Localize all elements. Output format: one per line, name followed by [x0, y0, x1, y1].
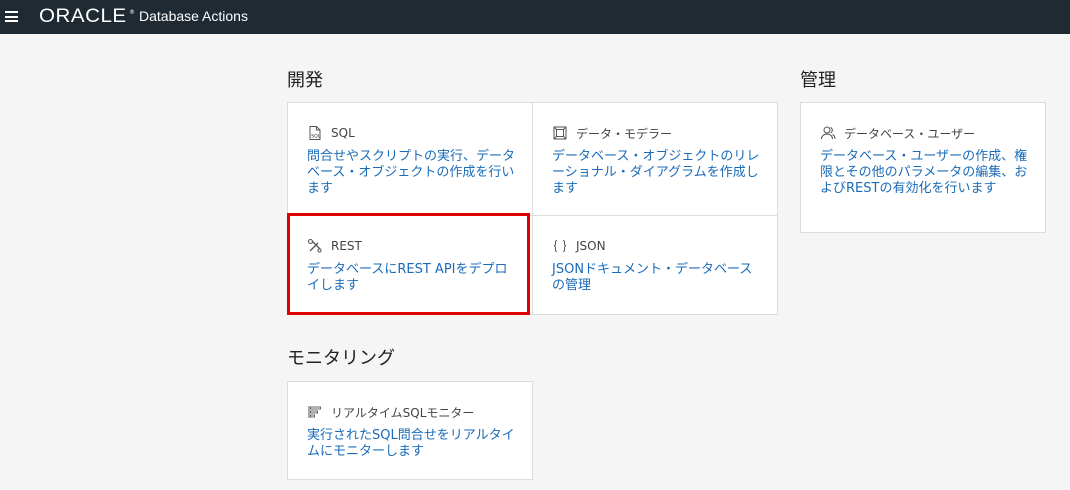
card-sql-description[interactable]: 問合せやスクリプトの実行、データベース・オブジェクトの作成を行います [307, 149, 516, 197]
svg-text:SQL: SQL [311, 134, 321, 140]
section-title-monitoring: モニタリング [287, 348, 395, 369]
card-data-modeler-description[interactable]: データベース・オブジェクトのリレーショナル・ダイアグラムを作成します [552, 149, 761, 197]
card-rest[interactable]: REST データベースにREST APIをデプロイします [287, 215, 533, 315]
hamburger-menu-icon[interactable] [5, 11, 18, 22]
trademark-mark: ® [129, 9, 135, 16]
section-title-develop: 開発 [287, 70, 323, 91]
oracle-logo[interactable]: ORACLE [39, 6, 127, 28]
card-json[interactable]: JSON JSONドキュメント・データベースの管理 [532, 215, 778, 315]
card-realtime-sql-monitor-description[interactable]: 実行されたSQL問合せをリアルタイムにモニターします [307, 428, 516, 460]
section-title-admin: 管理 [800, 70, 836, 91]
card-rest-label: REST [331, 239, 362, 253]
card-realtime-sql-monitor[interactable]: リアルタイムSQLモニター 実行されたSQL問合せをリアルタイムにモニターします [287, 381, 533, 480]
app-title: Database Actions [139, 8, 248, 24]
data-modeler-icon [552, 125, 568, 141]
card-data-modeler-label: データ・モデラー [576, 126, 673, 141]
card-realtime-sql-monitor-label: リアルタイムSQLモニター [331, 405, 475, 420]
card-database-users[interactable]: データベース・ユーザー データベース・ユーザーの作成、権限とその他のパラメータの… [800, 102, 1046, 233]
card-sql[interactable]: SQL SQL 問合せやスクリプトの実行、データベース・オブジェクトの作成を行い… [287, 102, 533, 216]
json-braces-icon [552, 238, 568, 254]
top-bar: ORACLE ® Database Actions [0, 0, 1070, 34]
card-json-description[interactable]: JSONドキュメント・データベースの管理 [552, 262, 761, 294]
sql-file-icon: SQL [307, 125, 323, 141]
rest-tools-icon [307, 238, 323, 254]
card-sql-label: SQL [331, 126, 355, 140]
card-json-label: JSON [576, 239, 606, 253]
users-icon [820, 125, 836, 141]
card-data-modeler[interactable]: データ・モデラー データベース・オブジェクトのリレーショナル・ダイアグラムを作成… [532, 102, 778, 216]
card-rest-description[interactable]: データベースにREST APIをデプロイします [307, 262, 516, 294]
card-database-users-description[interactable]: データベース・ユーザーの作成、権限とその他のパラメータの編集、およびRESTの有… [820, 149, 1029, 197]
card-database-users-label: データベース・ユーザー [844, 126, 976, 141]
monitor-list-icon [307, 404, 323, 420]
